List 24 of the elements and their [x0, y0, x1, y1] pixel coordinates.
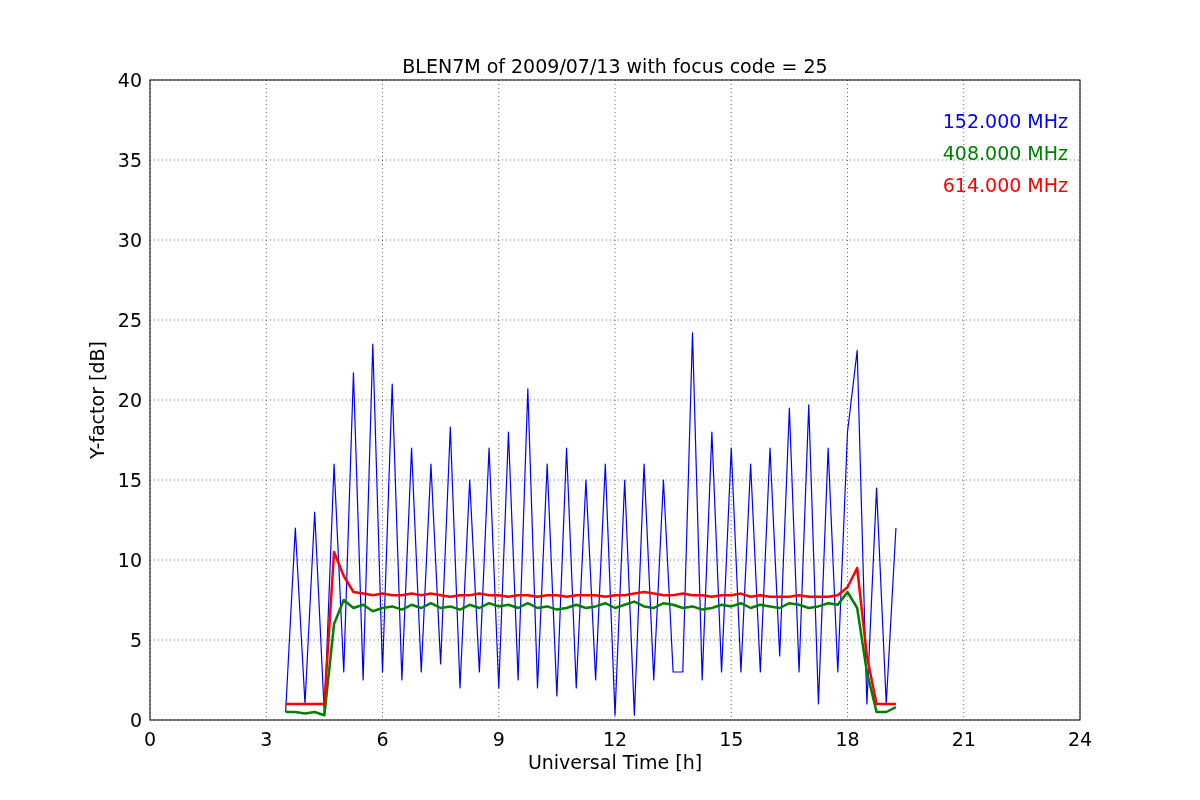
x-tick-label: 24: [1067, 728, 1093, 750]
y-tick-label: 25: [117, 309, 142, 331]
x-tick-label: 15: [719, 728, 744, 750]
chart-title: BLEN7M of 2009/07/13 with focus code = 25: [402, 55, 828, 77]
x-tick-label: 0: [143, 728, 157, 750]
y-tick-label: 35: [117, 149, 142, 171]
x-axis-label: Universal Time [h]: [527, 751, 703, 773]
x-tick-label: 12: [602, 728, 628, 750]
y-tick-label: 10: [117, 549, 142, 571]
y-tick-label: 5: [129, 629, 142, 651]
legend-label: 408.000 MHz: [942, 142, 1068, 164]
y-tick-label: 30: [117, 229, 142, 251]
x-tick-label: 18: [835, 728, 860, 750]
y-tick-label: 40: [117, 69, 142, 91]
x-tick-label: 6: [376, 728, 389, 750]
y-tick-label: 20: [117, 389, 142, 411]
y-axis-label: Y-factor [dB]: [86, 341, 108, 459]
x-tick-label: 3: [260, 728, 273, 750]
x-tick-label: 9: [492, 728, 505, 750]
legend-label: 152.000 MHz: [942, 110, 1068, 132]
legend-label: 614.000 MHz: [942, 174, 1068, 196]
y-tick-label: 15: [117, 469, 142, 491]
y-tick-label: 0: [129, 709, 142, 731]
x-tick-label: 21: [951, 728, 976, 750]
